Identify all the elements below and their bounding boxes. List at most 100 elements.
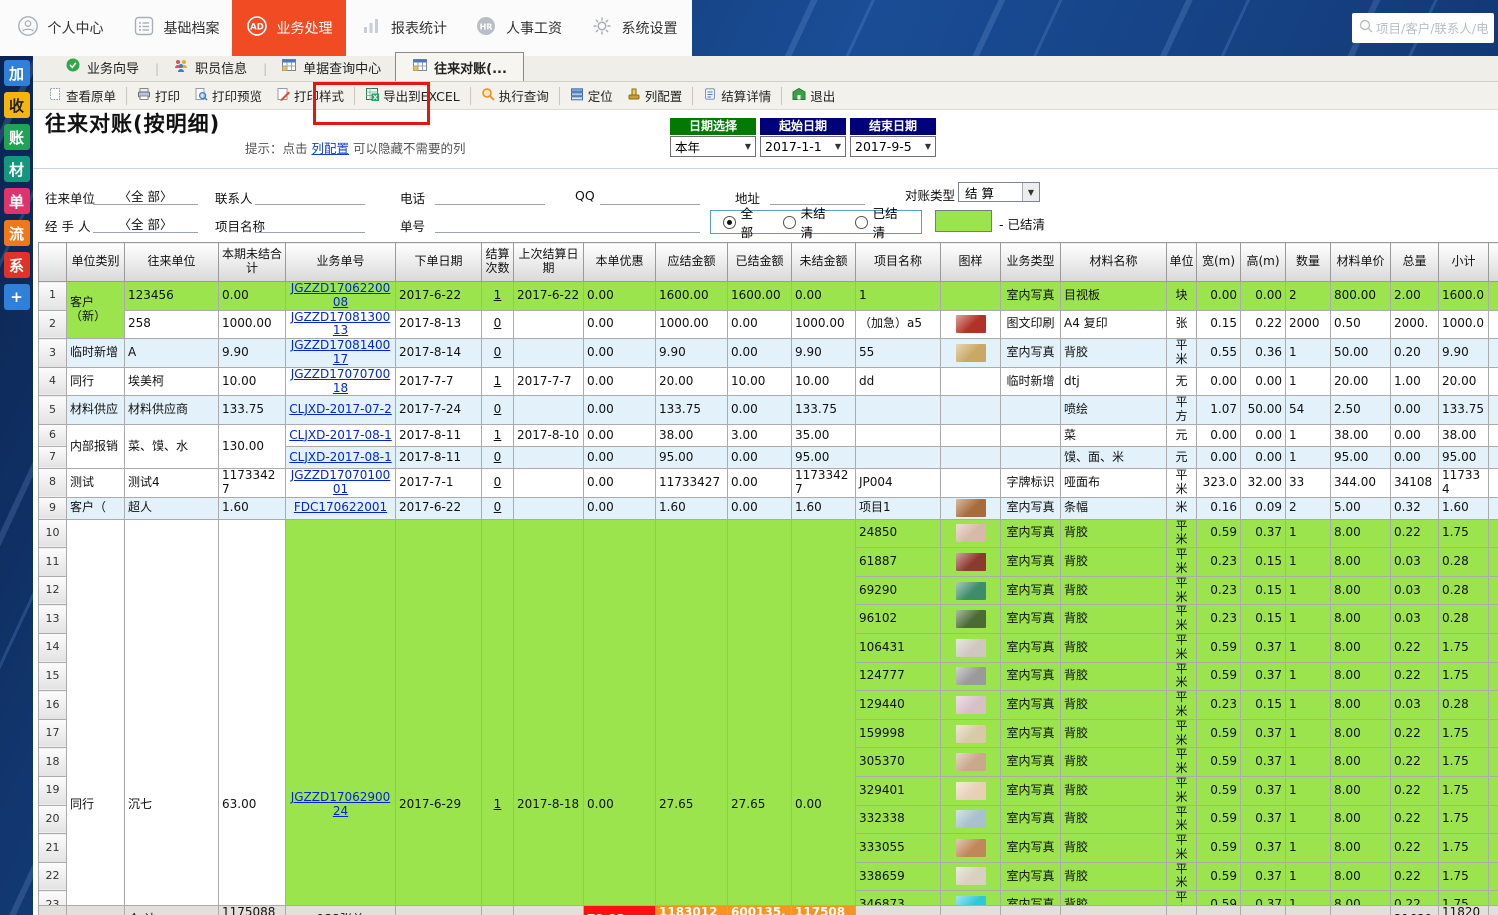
rail-button-流[interactable]: 流 [4, 220, 30, 246]
order-number-link[interactable]: CLJXD-2017-08-1 [289, 428, 392, 442]
filter-input-联系人[interactable] [255, 186, 365, 205]
sample-image-thumbnail[interactable] [956, 867, 986, 885]
sample-image-thumbnail[interactable] [956, 315, 986, 333]
toolbar-button-print[interactable]: 打印 [130, 83, 187, 108]
order-number-link[interactable]: CLJXD-2017-08-1 [289, 450, 392, 464]
filter-input-QQ[interactable] [600, 186, 700, 205]
tab-3[interactable]: 单据查询中心 [269, 53, 395, 81]
tab-4[interactable]: 往来对账(... [395, 52, 524, 81]
column-header[interactable]: 总量 [1391, 243, 1439, 282]
filter-input-单号[interactable] [435, 214, 700, 233]
sample-image-thumbnail[interactable] [956, 344, 986, 362]
sample-image-thumbnail[interactable] [956, 696, 986, 714]
sample-image-thumbnail[interactable] [956, 524, 986, 542]
toolbar-button-page[interactable]: 查看原单 [41, 83, 123, 108]
date-filter-select[interactable]: 2017-9-5▼ [850, 136, 936, 157]
order-number-link[interactable]: JGZZD1708140017 [291, 339, 391, 366]
column-header[interactable]: 结算次数 [482, 243, 514, 282]
rail-button-材[interactable]: 材 [4, 156, 30, 182]
toolbar-button-preview[interactable]: 打印预览 [187, 83, 269, 108]
column-header[interactable]: 单 [1489, 243, 1498, 282]
sample-image-thumbnail[interactable] [956, 582, 986, 600]
table-row[interactable]: 9客户（超人1.60FDC1706220012017-6-2200.001.60… [39, 497, 1498, 519]
sample-image-thumbnail[interactable] [956, 839, 986, 857]
table-row[interactable]: 1客户（新）1234560.00JGZZD17062200082017-6-22… [39, 282, 1498, 311]
rail-button-加[interactable]: 加 [4, 60, 30, 86]
column-header[interactable]: 宽(m) [1197, 243, 1241, 282]
column-header[interactable]: 本期未结合计 [219, 243, 286, 282]
sample-image-thumbnail[interactable] [956, 810, 986, 828]
rail-button-+[interactable]: + [4, 284, 30, 310]
sample-image-thumbnail[interactable] [956, 753, 986, 771]
column-header[interactable]: 本单优惠 [584, 243, 656, 282]
search-input[interactable] [1374, 20, 1490, 37]
toolbar-button-style[interactable]: 打印样式 [269, 83, 351, 108]
column-header[interactable]: 小计 [1439, 243, 1489, 282]
rail-button-账[interactable]: 账 [4, 124, 30, 150]
sample-image-thumbnail[interactable] [956, 667, 986, 685]
toolbar-button-excel[interactable]: X导出到EXCEL [358, 83, 467, 108]
nav-item-hr[interactable]: HR人事工资 [461, 0, 576, 56]
column-header[interactable]: 材料名称 [1061, 243, 1167, 282]
column-header[interactable]: 业务类型 [1001, 243, 1061, 282]
column-header[interactable]: 往来单位 [125, 243, 219, 282]
order-number-link[interactable]: JGZZD1706290024 [291, 790, 391, 818]
settle-count-link[interactable]: 0 [494, 450, 502, 464]
column-header[interactable]: 数量 [1286, 243, 1331, 282]
settle-count-link[interactable]: 1 [494, 428, 502, 442]
nav-item-user[interactable]: 个人中心 [0, 0, 120, 56]
settle-count-link[interactable]: 1 [494, 374, 502, 388]
tab-1[interactable]: 业务向导 [53, 53, 153, 81]
column-header[interactable]: 已结金额 [728, 243, 792, 282]
sample-image-thumbnail[interactable] [956, 499, 986, 517]
toolbar-button-detail[interactable]: 结算详情 [696, 83, 778, 108]
column-header[interactable]: 项目名称 [856, 243, 941, 282]
column-header[interactable]: 高(m) [1241, 243, 1286, 282]
filter-input-往来单位[interactable]: 〈全 部〉 [93, 186, 198, 205]
order-number-link[interactable]: JGZZD1707010001 [291, 468, 391, 495]
toolbar-button-colcfg[interactable]: 列配置 [620, 83, 690, 108]
sample-image-thumbnail[interactable] [956, 553, 986, 571]
settle-count-link[interactable]: 0 [494, 475, 502, 489]
radio-全部[interactable]: 全部 [723, 203, 765, 241]
rail-button-收[interactable]: 收 [4, 92, 30, 118]
column-header[interactable]: 单位 [1167, 243, 1197, 282]
toolbar-button-exit[interactable]: 退出 [785, 83, 842, 108]
settle-count-link[interactable]: 0 [494, 316, 502, 330]
table-row[interactable]: 3临时新增A9.90JGZZD17081400172017-8-1400.009… [39, 339, 1498, 368]
settle-count-link[interactable]: 1 [494, 797, 502, 811]
global-search[interactable] [1352, 13, 1494, 43]
column-header[interactable]: 未结金额 [792, 243, 856, 282]
radio-已结清[interactable]: 已结清 [855, 203, 909, 241]
tab-2[interactable]: 职员信息 [161, 53, 261, 81]
column-header[interactable]: 图样 [941, 243, 1001, 282]
rail-button-单[interactable]: 单 [4, 188, 30, 214]
sample-image-thumbnail[interactable] [956, 896, 986, 905]
account-type-select[interactable]: 结 算▼ [958, 182, 1040, 202]
settle-count-link[interactable]: 0 [494, 500, 502, 514]
order-number-link[interactable]: CLJXD-2017-07-2 [289, 402, 392, 416]
column-header[interactable]: 应结金额 [656, 243, 728, 282]
table-row[interactable]: 6内部报销菜、馍、水130.00CLJXD-2017-08-12017-8-11… [39, 424, 1498, 446]
column-header[interactable]: 单位类别 [67, 243, 125, 282]
settle-count-link[interactable]: 0 [494, 345, 502, 359]
sample-image-thumbnail[interactable] [956, 639, 986, 657]
column-config-link[interactable]: 列配置 [311, 141, 349, 156]
nav-item-gear[interactable]: 系统设置 [576, 0, 692, 56]
column-header[interactable] [39, 243, 67, 282]
order-number-link[interactable]: JGZZD1706220008 [291, 282, 391, 309]
toolbar-button-locate[interactable]: 定位 [563, 83, 620, 108]
nav-item-report[interactable]: 报表统计 [346, 0, 461, 56]
filter-input-经 手 人[interactable]: 〈全 部〉 [93, 214, 198, 233]
sample-image-thumbnail[interactable] [956, 782, 986, 800]
settle-count-link[interactable]: 1 [494, 288, 502, 302]
table-row[interactable]: 4同行埃美柯10.00JGZZD17070700182017-7-712017-… [39, 367, 1498, 396]
date-filter-select[interactable]: 本年▼ [670, 136, 756, 157]
filter-input-电话[interactable] [435, 186, 545, 205]
sample-image-thumbnail[interactable] [956, 725, 986, 743]
column-header[interactable]: 下单日期 [396, 243, 482, 282]
radio-未结清[interactable]: 未结清 [783, 203, 837, 241]
nav-item-archive[interactable]: 基础档案 [120, 0, 232, 56]
settle-count-link[interactable]: 0 [494, 402, 502, 416]
toolbar-button-query[interactable]: 执行查询 [474, 83, 556, 108]
